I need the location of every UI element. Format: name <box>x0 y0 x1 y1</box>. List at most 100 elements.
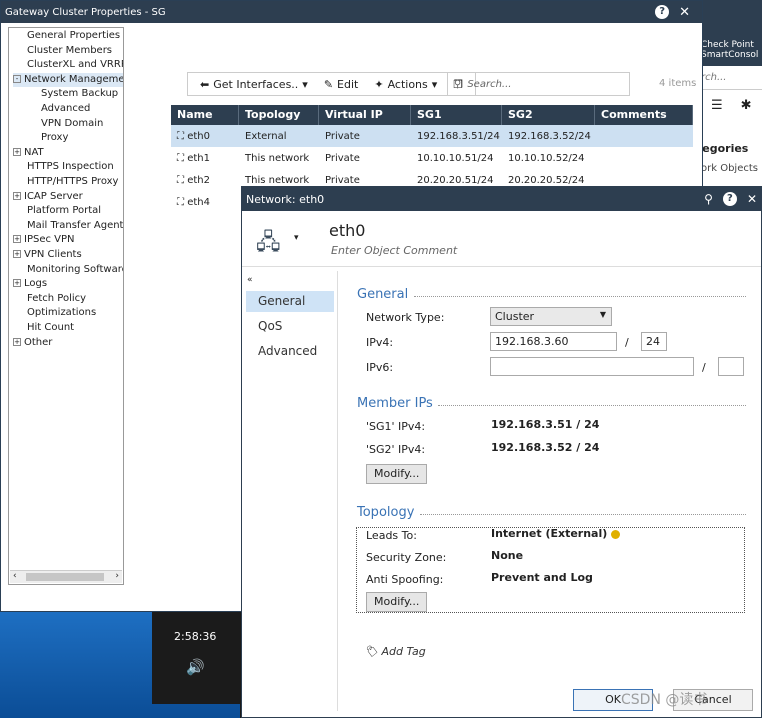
table-cell: Private <box>319 175 411 186</box>
clock-popup: 2:58:36 🔊 <box>152 612 240 704</box>
ipv6-field[interactable] <box>490 357 694 376</box>
close-icon[interactable]: ✕ <box>679 5 690 20</box>
console-search[interactable]: rch... <box>697 66 762 90</box>
edit-button[interactable]: ✎ Edit <box>316 78 367 91</box>
tree-item-label: System Backup <box>41 88 119 100</box>
scroll-left-icon[interactable]: ‹ <box>13 571 17 581</box>
star-icon[interactable]: ✱ <box>741 98 752 113</box>
expand-icon[interactable]: + <box>13 191 21 200</box>
dialog-title: Network: eth0 <box>246 192 325 206</box>
tree-item[interactable]: + Other <box>13 336 52 350</box>
tree-item[interactable]: Platform Portal <box>27 204 101 218</box>
table-cell: 20.20.20.51/24 <box>411 175 502 186</box>
cell-text: 20.20.20.51/24 <box>417 174 494 186</box>
interfaces-search[interactable]: ⚲ Search... <box>447 72 630 96</box>
table-cell: 192.168.3.51/24 <box>411 131 502 142</box>
tree-item[interactable]: Optimizations <box>27 306 96 320</box>
tree-item[interactable]: + VPN Clients <box>13 248 82 262</box>
tree-item-label: Fetch Policy <box>27 292 87 304</box>
items-count: 4 items <box>659 78 697 89</box>
add-tag-link[interactable]: 🏷 Add Tag <box>364 645 426 658</box>
tree-item[interactable]: Hit Count <box>27 321 74 335</box>
network-type-value: Cluster <box>495 310 535 323</box>
tree-item-label: General Properties <box>27 30 121 41</box>
cell-text: External <box>245 130 287 142</box>
expand-icon[interactable]: + <box>13 235 21 244</box>
ipv6-mask-field[interactable] <box>718 357 744 376</box>
network-type-select[interactable]: Cluster ▼ <box>490 307 612 326</box>
table-row[interactable]: ⛶ eth0 External Private 192.168.3.51/24 192.… <box>171 125 693 147</box>
column-header-sg2[interactable]: SG2 <box>502 105 595 125</box>
edit-label: Edit <box>337 77 359 91</box>
tree-item[interactable]: ClusterXL and VRRP <box>27 58 123 72</box>
network-objects-item[interactable]: ork Objects <box>697 155 762 174</box>
network-icon: ⛶ <box>177 196 188 208</box>
security-zone-label: Security Zone: <box>366 551 447 564</box>
speaker-icon[interactable]: 🔊 <box>186 658 205 676</box>
search-icon[interactable]: ⚲ <box>704 192 713 206</box>
tree-item[interactable]: VPN Domain <box>41 117 103 131</box>
expand-icon[interactable]: + <box>13 250 21 258</box>
tree-item[interactable]: Fetch Policy <box>27 292 86 306</box>
tree-item[interactable]: + NAT <box>13 146 44 160</box>
ipv4-field[interactable]: 192.168.3.60 <box>490 332 617 351</box>
list-icon[interactable]: ☰ <box>711 98 723 113</box>
chevron-down-icon[interactable]: ▾ <box>294 233 299 243</box>
scroll-thumb[interactable] <box>26 573 104 581</box>
tree-item-label: Hit Count <box>27 322 75 333</box>
tree-item-label: VPN Clients <box>24 249 82 260</box>
scroll-right-icon[interactable]: › <box>115 571 119 581</box>
column-header-sg1[interactable]: SG1 <box>411 105 502 125</box>
tree-item[interactable]: + ICAP Server <box>13 190 83 204</box>
nav-general[interactable]: General <box>246 291 334 312</box>
section-topology: Topology <box>357 505 415 520</box>
tree-item[interactable]: Mail Transfer Agent <box>27 219 123 233</box>
expand-icon[interactable]: + <box>13 337 21 346</box>
tree-scrollbar[interactable]: ‹ › <box>10 570 122 583</box>
table-row[interactable]: ⛶ eth1 This network Private 10.10.10.51/24 1… <box>171 147 693 169</box>
get-interfaces-button[interactable]: ⬅ Get Interfaces.. ▾ <box>192 78 316 91</box>
tree-item[interactable]: + Logs <box>13 277 47 291</box>
tree-item[interactable]: Cluster Members <box>27 44 112 58</box>
actions-icon: ✦ <box>374 77 384 91</box>
network-icon[interactable]: 🖧 <box>256 225 281 263</box>
tree-item-label: NAT <box>24 146 44 158</box>
tree-item[interactable]: Advanced <box>41 102 90 116</box>
column-header-name[interactable]: Name <box>171 105 239 125</box>
nav-qos[interactable]: QoS <box>246 316 334 337</box>
column-header-topology[interactable]: Topology <box>239 105 319 125</box>
cell-text: eth4 <box>187 196 210 208</box>
tree-item[interactable]: HTTP/HTTPS Proxy <box>27 175 118 189</box>
help-icon[interactable]: ? <box>722 192 737 206</box>
modify-members-button[interactable]: Modify... <box>366 464 428 484</box>
column-header-comments[interactable]: Comments <box>595 105 693 125</box>
tree-item-label: HTTPS Inspection <box>27 161 114 173</box>
tree-item[interactable]: Monitoring Software b <box>27 263 123 277</box>
expand-icon[interactable]: + <box>13 279 21 288</box>
sg2-ipv4-value: 192.168.3.52 / 24 <box>491 441 600 454</box>
tree-item-label: Cluster Members <box>27 44 113 56</box>
tree-item-label: Mail Transfer Agent <box>27 219 124 231</box>
collapse-icon[interactable]: « <box>247 275 253 285</box>
tree-item[interactable]: Proxy <box>41 131 68 145</box>
tree-item[interactable]: General Properties <box>27 29 120 43</box>
modify-topology-button[interactable]: Modify... <box>366 592 428 612</box>
expand-icon[interactable]: + <box>13 147 21 156</box>
object-name[interactable]: eth0 <box>329 221 365 240</box>
column-header-virtual-ip[interactable]: Virtual IP <box>319 105 411 125</box>
window-title: Gateway Cluster Properties - SG <box>5 6 166 18</box>
table-cell: ⛶ eth0 <box>171 131 239 142</box>
actions-button[interactable]: ✦ Actions ▾ <box>366 78 445 91</box>
leads-to-label: Leads To: <box>366 529 417 542</box>
help-icon[interactable]: ? <box>655 5 670 19</box>
collapse-icon[interactable]: - <box>13 74 21 83</box>
tree-item[interactable]: - Network Management <box>13 72 123 87</box>
tree-item[interactable]: System Backup <box>41 87 118 101</box>
object-comment[interactable]: Enter Object Comment <box>331 244 457 257</box>
tree-item-label: Proxy <box>41 132 69 144</box>
close-icon[interactable]: ✕ <box>747 192 757 206</box>
ipv4-mask-field[interactable]: 24 <box>641 332 667 351</box>
nav-advanced[interactable]: Advanced <box>246 341 334 362</box>
tree-item[interactable]: HTTPS Inspection <box>27 160 114 174</box>
tree-item[interactable]: + IPSec VPN <box>13 233 75 247</box>
